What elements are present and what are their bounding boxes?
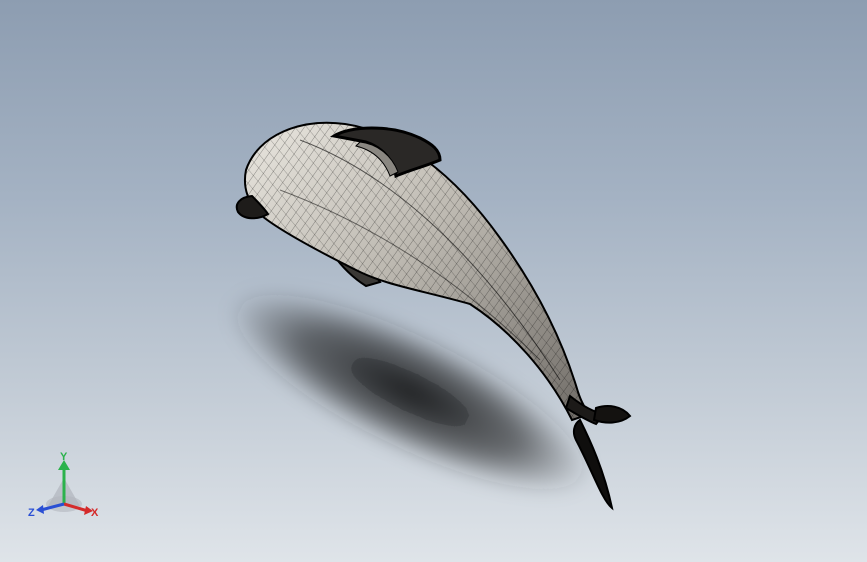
axis-triad[interactable]: Y X Z <box>24 448 104 528</box>
graphics-viewport[interactable]: Y X Z <box>0 0 867 562</box>
triad-y-label: Y <box>60 451 68 463</box>
triad-x-label: X <box>91 507 99 519</box>
model-scene[interactable] <box>0 0 867 562</box>
triad-z-arrow <box>36 505 44 514</box>
tail-fluke-right <box>592 405 632 424</box>
model-shadow <box>228 289 592 495</box>
triad-z-label: Z <box>28 507 35 519</box>
